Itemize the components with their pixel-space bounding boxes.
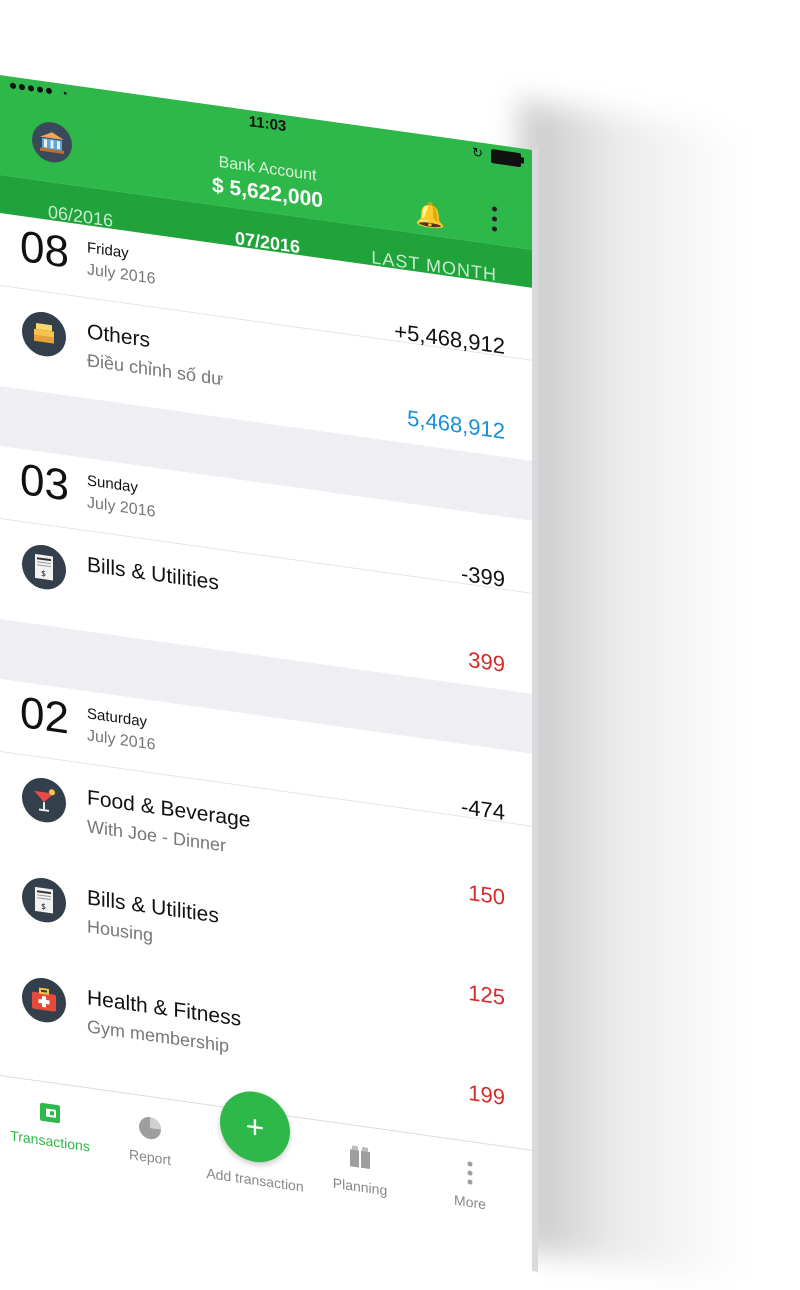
wallet-icon bbox=[40, 1102, 60, 1124]
pie-chart-icon bbox=[139, 1116, 161, 1140]
day-weekday: Sunday bbox=[87, 472, 138, 497]
add-transaction-button[interactable]: + bbox=[220, 1086, 290, 1167]
nav-more-label: More bbox=[454, 1191, 486, 1213]
nav-report-label: Report bbox=[128, 1146, 172, 1169]
rotation-lock-icon: ↻ bbox=[472, 144, 483, 161]
nav-transactions-label: Transactions bbox=[10, 1127, 90, 1155]
day-weekday: Friday bbox=[87, 239, 129, 263]
svg-text:$: $ bbox=[41, 569, 46, 579]
transaction-list: 08 Friday July 2016 +5,468,912 Others Đi… bbox=[0, 213, 535, 1128]
planning-icon bbox=[350, 1145, 370, 1170]
nav-planning[interactable]: Planning bbox=[310, 1138, 410, 1202]
transaction-amount: 125 bbox=[468, 979, 505, 1010]
nav-add-label[interactable]: Add transaction bbox=[205, 1165, 305, 1195]
day-weekday: Saturday bbox=[87, 705, 148, 731]
device-shadow bbox=[520, 100, 800, 1290]
day-month-year: July 2016 bbox=[87, 494, 156, 521]
bill-icon: $ bbox=[22, 875, 66, 926]
overflow-menu-icon[interactable] bbox=[492, 206, 497, 232]
transaction-category: Bills & Utilities bbox=[87, 553, 219, 595]
nav-planning-label: Planning bbox=[332, 1174, 388, 1199]
phone-screen: ◔ 11:03 ↻ Bank Account $ 5,622,000 🔔 06/… bbox=[0, 75, 535, 1281]
plus-icon: + bbox=[245, 1107, 265, 1146]
transaction-note: Điều chỉnh số dư bbox=[87, 350, 224, 390]
coins-icon bbox=[22, 309, 66, 360]
bill-icon: $ bbox=[22, 542, 66, 593]
cocktail-icon bbox=[22, 775, 66, 826]
transaction-amount: 199 bbox=[468, 1079, 505, 1110]
nav-more[interactable]: More bbox=[420, 1153, 520, 1217]
transaction-amount: 150 bbox=[468, 879, 505, 910]
day-month-year: July 2016 bbox=[87, 727, 156, 754]
first-aid-icon bbox=[22, 975, 66, 1026]
nav-report[interactable]: Report bbox=[100, 1108, 200, 1172]
bell-icon[interactable]: 🔔 bbox=[415, 199, 445, 232]
svg-text:$: $ bbox=[41, 902, 46, 912]
more-icon bbox=[467, 1161, 473, 1185]
transaction-amount: 399 bbox=[468, 646, 505, 677]
day-number: 03 bbox=[20, 454, 69, 511]
nav-transactions[interactable]: Transactions bbox=[0, 1094, 100, 1156]
device-edge bbox=[532, 146, 538, 1272]
day-month-year: July 2016 bbox=[87, 261, 156, 288]
transaction-note: Housing bbox=[87, 916, 154, 946]
transaction-amount: 5,468,912 bbox=[407, 405, 505, 444]
day-number: 08 bbox=[20, 221, 69, 278]
day-number: 02 bbox=[20, 687, 69, 744]
transaction-category: Others bbox=[87, 320, 151, 353]
